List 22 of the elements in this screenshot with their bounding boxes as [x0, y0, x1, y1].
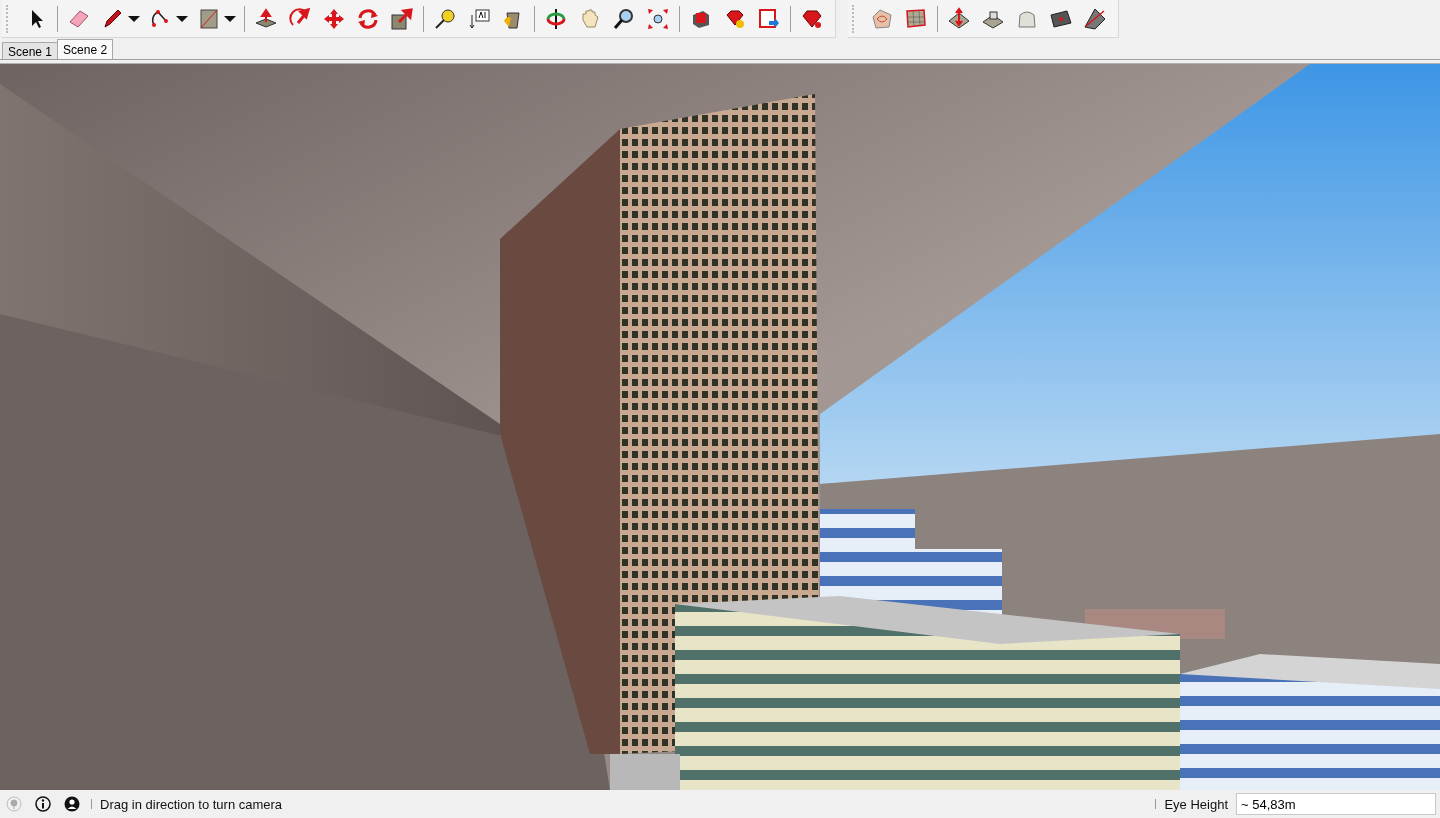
scene-tab[interactable]: Scene 2 — [57, 39, 114, 59]
caret-icon — [176, 15, 188, 22]
raise-terrain-icon — [947, 6, 971, 31]
scene-tab[interactable]: Scene 1 — [2, 42, 59, 59]
scale-icon — [390, 6, 414, 31]
orbit-icon — [544, 6, 568, 31]
magnifier-icon — [612, 6, 636, 31]
text-label-icon — [467, 6, 491, 31]
rectangle-icon — [197, 6, 221, 31]
caret-icon — [224, 15, 236, 22]
document-arrow-icon — [757, 6, 781, 31]
measurement-field[interactable]: ~ 54,83m — [1236, 793, 1436, 815]
zoom-extents-icon — [646, 6, 670, 31]
caret-icon — [128, 15, 140, 22]
measurement-label: Eye Height — [1164, 796, 1228, 812]
grid-terrain-icon — [904, 6, 928, 31]
flip-edge-icon — [1083, 6, 1107, 31]
tape-measure-icon — [433, 6, 457, 31]
status-hint: Drag in direction to turn camera — [100, 796, 284, 812]
rotate-icon — [356, 6, 380, 31]
user-icon[interactable] — [64, 796, 80, 812]
info-icon[interactable] — [35, 796, 51, 812]
